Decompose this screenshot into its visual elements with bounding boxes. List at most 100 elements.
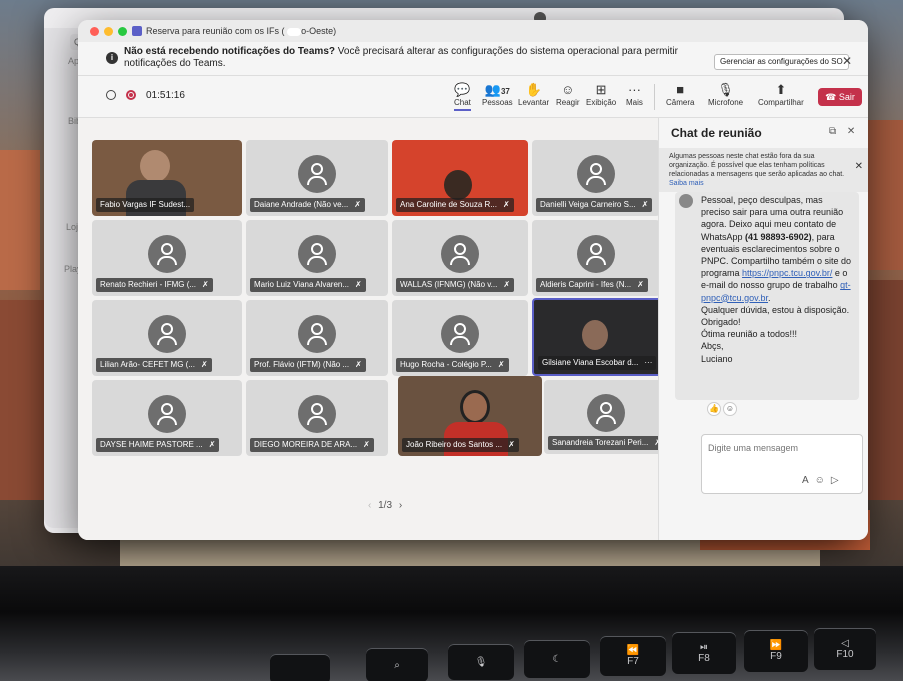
share-button[interactable]: ⬆ Compartilhar	[758, 82, 804, 107]
camera-button[interactable]: ■ Câmera	[666, 82, 694, 107]
people-button[interactable]: 👥37 Pessoas	[482, 82, 513, 107]
mic-off-icon: ✗	[637, 280, 644, 289]
key: ◁ F10	[814, 628, 876, 670]
chat-button[interactable]: 💬 Chat	[454, 82, 471, 111]
mic-off-icon: ✗	[363, 440, 370, 449]
video-feed	[582, 320, 608, 350]
mic-off-icon: ✗	[641, 200, 649, 209]
key: ⏪ F7	[600, 636, 666, 676]
react-button[interactable]: ☺ Reagir	[556, 82, 580, 107]
chat-icon: 💬	[454, 82, 471, 97]
external-warning: Algumas pessoas neste chat estão fora da…	[659, 148, 868, 192]
page-indicator: 1/3	[378, 500, 393, 511]
key: ⌕	[366, 648, 428, 681]
participant-name: Prof. Flávio (IFTM) (Não ... ✗	[250, 358, 366, 372]
camera-icon: ■	[676, 82, 685, 97]
more-icon: ···	[644, 358, 653, 367]
more-button[interactable]: ··· Mais	[626, 82, 643, 107]
view-button[interactable]: ⊞ Exibição	[586, 82, 616, 107]
avatar	[298, 235, 336, 274]
close-window-button[interactable]	[90, 27, 99, 36]
participant-name: João Ribeiro dos Santos ... ✗	[402, 438, 519, 452]
participant-tile[interactable]: Prof. Flávio (IFTM) (Não ... ✗	[246, 300, 388, 376]
prev-page-button[interactable]: ‹	[368, 500, 371, 511]
close-icon[interactable]: ✕	[842, 54, 852, 68]
close-icon[interactable]: ✕	[847, 126, 855, 137]
video-feed	[140, 150, 170, 182]
participant-tile[interactable]: Renato Rechieri - IFMG (... ✗	[92, 220, 242, 296]
notification-text: Não está recebendo notificações do Teams…	[124, 46, 678, 69]
info-icon: i	[106, 52, 118, 64]
participant-name: Renato Rechieri - IFMG (... ✗	[96, 278, 213, 292]
avatar	[298, 395, 336, 434]
participant-tile[interactable]: João Ribeiro dos Santos ... ✗	[398, 376, 542, 456]
meeting-toolbar: 01:51:16 💬 Chat 👥37 Pessoas ✋ Levantar ☺ Rea…	[78, 76, 868, 118]
learn-more-link[interactable]: Saiba mais	[669, 180, 704, 187]
mic-off-icon: ✗	[508, 440, 515, 449]
participant-tile[interactable]: Lilian Arão- CEFET MG (... ✗	[92, 300, 242, 376]
reactions: 👍 ☺	[707, 402, 743, 416]
close-icon[interactable]: ✕	[855, 162, 863, 172]
participant-grid: Fabio Vargas IF Sudest... Daiane Andrade…	[78, 118, 668, 540]
mic-off-icon: ✗	[497, 360, 505, 369]
key: ⏯ F8	[672, 632, 736, 674]
participant-tile[interactable]: DAYSE HAIME PASTORE ... ✗	[92, 380, 242, 456]
mic-off-icon: 🎙	[717, 82, 734, 97]
avatar	[148, 315, 186, 354]
send-icon[interactable]: ▷	[831, 475, 845, 486]
mic-off-icon: ✗	[354, 200, 361, 209]
video-feed	[460, 390, 490, 424]
participant-name: Mario Luiz Viana Alvaren... ✗	[250, 278, 366, 292]
microphone-button[interactable]: 🎙 Microfone	[708, 82, 743, 107]
participant-tile[interactable]: Aldieris Caprini - Ifes (N... ✗	[532, 220, 660, 296]
participant-name: Ana Caroline de Souza R... ✗	[396, 198, 514, 212]
participant-tile-speaking[interactable]: Gilsiane Viana Escobar d... ···	[532, 298, 662, 376]
compose-box[interactable]: A☺▷	[701, 434, 863, 494]
emoji-icon[interactable]: ☺	[815, 475, 831, 486]
avatar	[577, 235, 615, 274]
participant-tile[interactable]: DIEGO MOREIRA DE ARA... ✗	[246, 380, 388, 456]
participant-tile[interactable]: Sanandreia Torezani Peri...✗	[544, 380, 668, 454]
raise-hand-button[interactable]: ✋ Levantar	[518, 82, 549, 107]
popout-icon[interactable]: ⧉	[829, 126, 836, 137]
next-page-button[interactable]: ›	[399, 500, 402, 511]
chat-panel-icons: ⧉ ✕	[829, 126, 855, 137]
manage-os-settings-button[interactable]: Gerenciar as configurações do SO	[714, 54, 849, 70]
notification-banner: i Não está recebendo notificações do Tea…	[78, 42, 868, 76]
grid-icon: ⊞	[595, 82, 607, 97]
avatar	[679, 194, 693, 208]
zoom-window-button[interactable]	[118, 27, 127, 36]
cursor-glare	[287, 27, 302, 36]
share-icon: ⬆	[775, 82, 787, 97]
add-reaction-icon[interactable]: ☺	[723, 402, 737, 416]
mic-off-icon: ✗	[355, 280, 362, 289]
site-link[interactable]: https://pnpc.tcu.gov.br/	[742, 268, 832, 278]
format-icon[interactable]: A	[802, 475, 815, 486]
minimize-window-button[interactable]	[104, 27, 113, 36]
key: 🎙	[448, 644, 514, 680]
participant-tile[interactable]: Mario Luiz Viana Alvaren... ✗	[246, 220, 388, 296]
video-feed	[444, 170, 472, 200]
avatar	[298, 315, 336, 354]
keyboard: ⌕ 🎙 ☾ ⏪ F7 ⏯ F8 ⏩ F9 ◁ F10	[0, 624, 903, 681]
participant-tile[interactable]: Daiane Andrade (Não ve... ✗	[246, 140, 388, 216]
participant-tile[interactable]: Ana Caroline de Souza R... ✗	[392, 140, 528, 216]
participant-name: Danielli Veiga Carneiro S... ✗	[536, 198, 653, 212]
teams-logo-icon	[132, 26, 142, 36]
message-input[interactable]	[708, 443, 848, 453]
shield-icon	[106, 90, 116, 100]
thumbs-up-icon[interactable]: 👍	[707, 402, 721, 416]
leave-button[interactable]: ☎ Sair	[818, 88, 862, 106]
people-icon: 👥37	[484, 82, 510, 97]
participant-tile[interactable]: Fabio Vargas IF Sudest...	[92, 140, 242, 216]
chat-title: Chat de reunião	[671, 126, 762, 140]
participant-name: DIEGO MOREIRA DE ARA... ✗	[250, 438, 374, 452]
participant-tile[interactable]: WALLAS (IFNMG) (Não v... ✗	[392, 220, 528, 296]
divider	[654, 84, 655, 110]
participant-name: Gilsiane Viana Escobar d... ···	[538, 356, 657, 370]
key: ⏩ F9	[744, 630, 808, 672]
participant-tile[interactable]: Danielli Veiga Carneiro S... ✗	[532, 140, 660, 216]
mic-off-icon: ✗	[208, 440, 216, 449]
participant-tile[interactable]: Hugo Rocha - Colégio P... ✗	[392, 300, 528, 376]
hand-icon: ✋	[525, 82, 542, 97]
